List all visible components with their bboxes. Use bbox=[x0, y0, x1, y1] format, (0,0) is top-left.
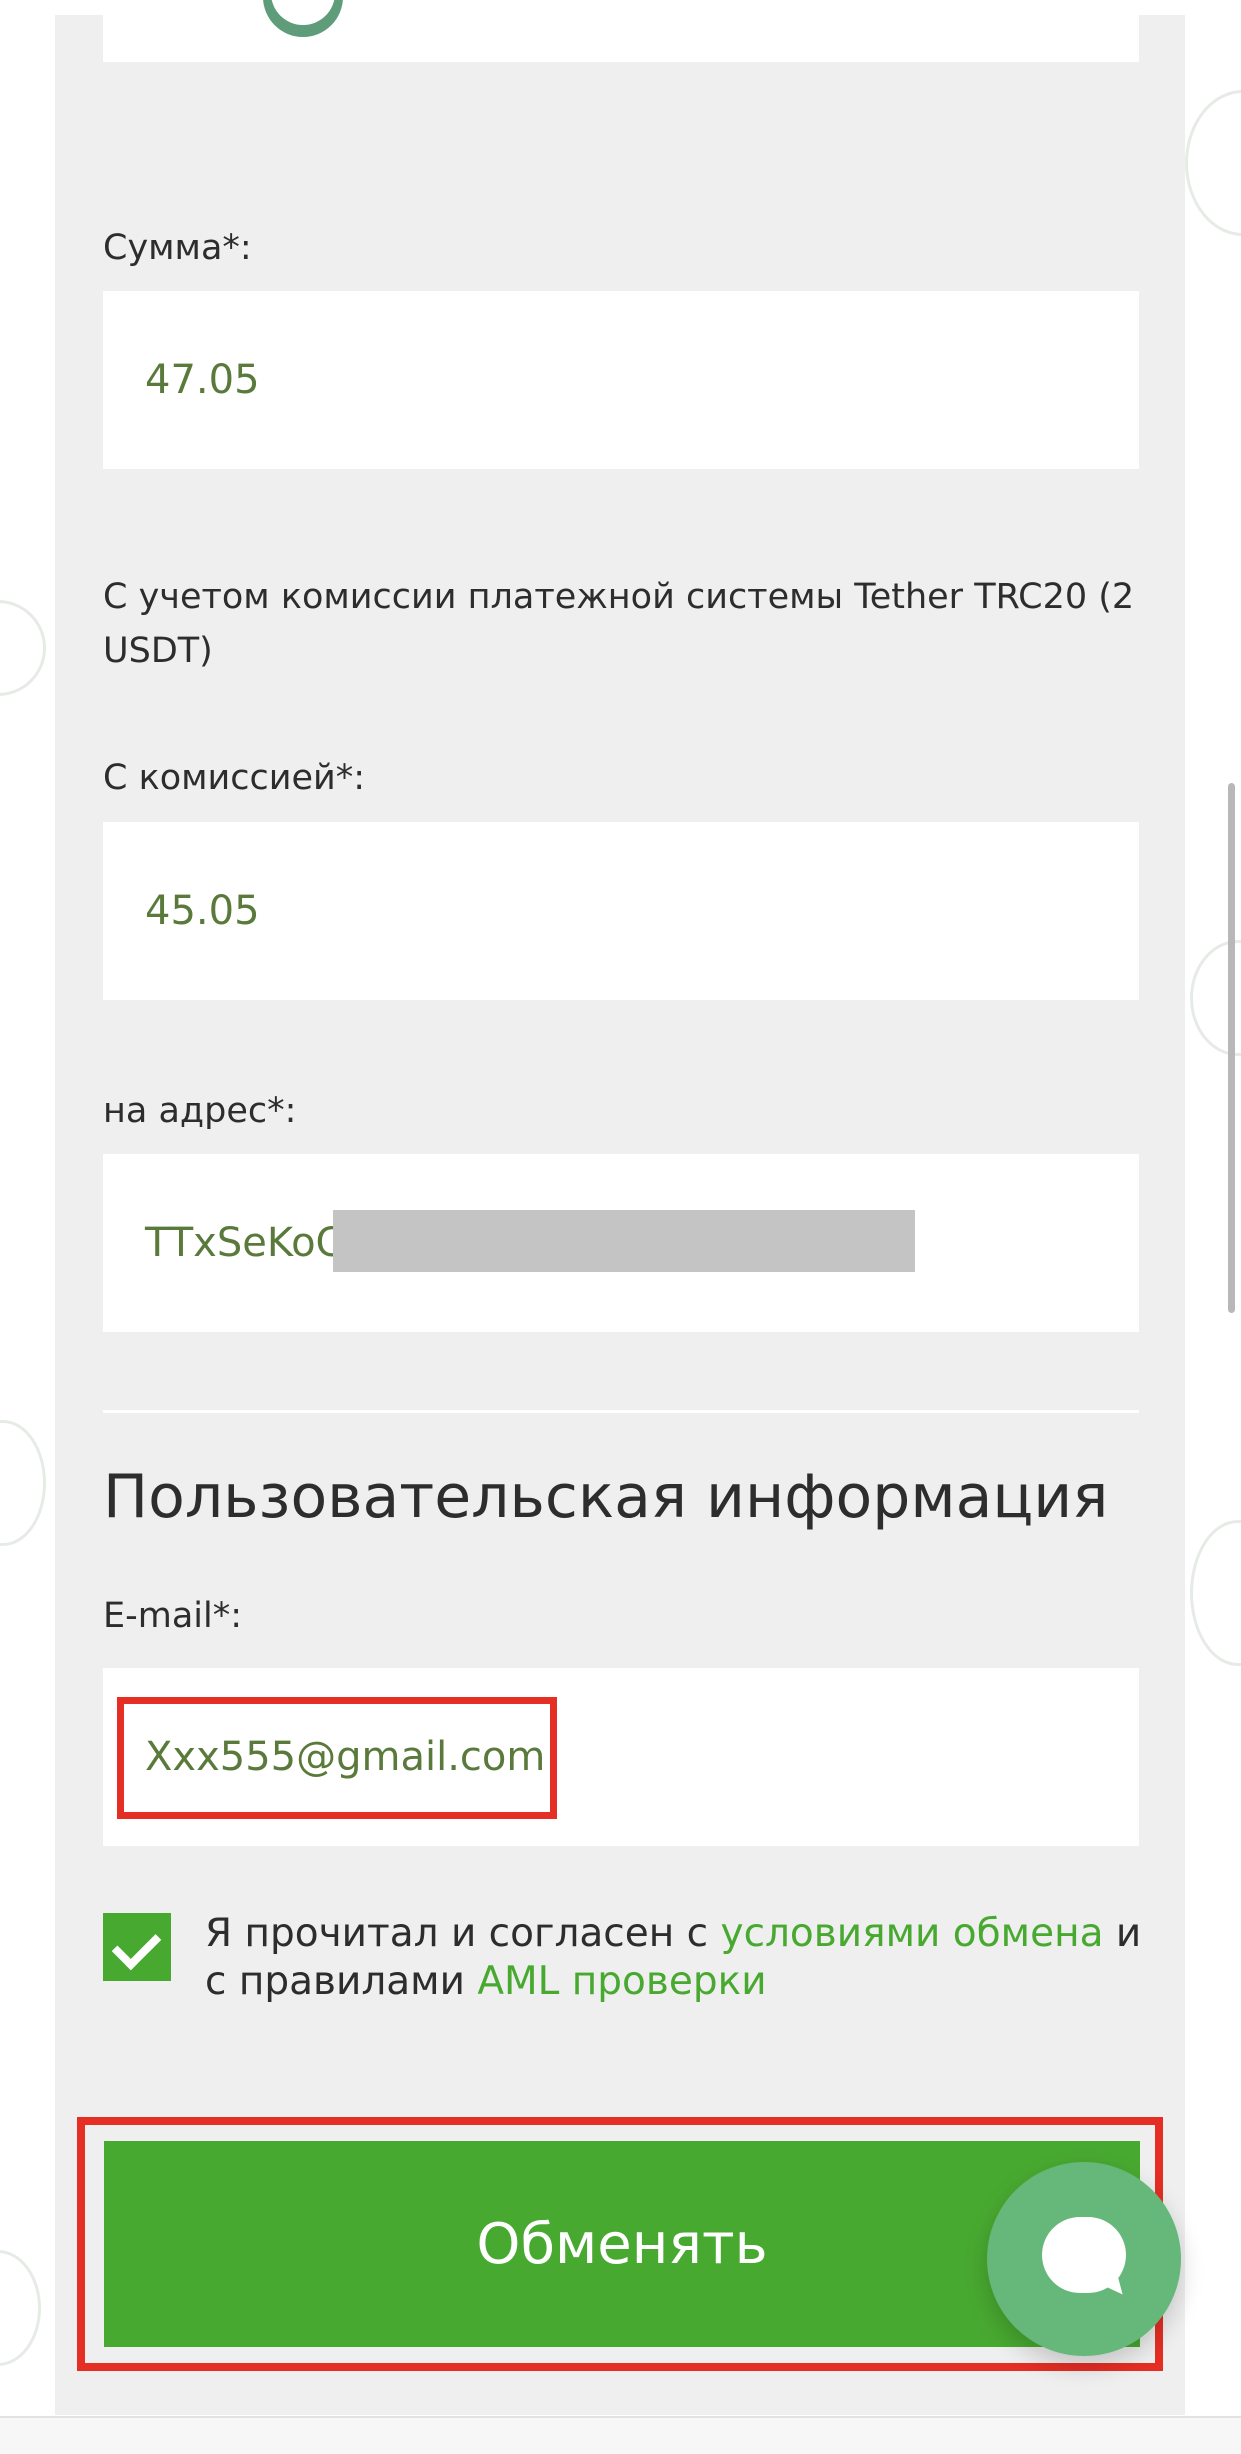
consent-text-3: с правилами bbox=[205, 1959, 465, 2004]
background-ornament bbox=[0, 2250, 41, 2366]
aml-link[interactable]: AML проверки bbox=[477, 1959, 766, 2004]
with-fee-input[interactable]: 45.05 bbox=[103, 822, 1139, 1000]
consent-text-2: и bbox=[1115, 1911, 1142, 1956]
email-highlight-box bbox=[117, 1697, 557, 1819]
with-fee-value: 45.05 bbox=[145, 888, 260, 934]
chat-button[interactable] bbox=[987, 2162, 1181, 2356]
page: Сумма*: 47.05 С учетом комиссии платежно… bbox=[0, 0, 1241, 2454]
background-ornament bbox=[1190, 1520, 1241, 1666]
amount-input[interactable]: 47.05 bbox=[103, 291, 1139, 469]
consent-checkbox[interactable] bbox=[103, 1913, 171, 1981]
address-value: TTxSeKoC bbox=[145, 1220, 344, 1266]
consent-text: Я прочитал и согласен с условиями обмена… bbox=[205, 1910, 1150, 2006]
amount-label: Сумма*: bbox=[103, 228, 252, 268]
consent-line-2: с правилами AML проверки bbox=[205, 1958, 1150, 2006]
background-ornament bbox=[0, 600, 46, 696]
with-fee-label: С комиссией*: bbox=[103, 758, 366, 798]
amount-value: 47.05 bbox=[145, 357, 260, 403]
section-divider bbox=[103, 1410, 1139, 1413]
redacted-address bbox=[333, 1210, 915, 1272]
consent-text-1: Я прочитал и согласен с bbox=[205, 1911, 709, 1956]
background-ornament bbox=[1185, 90, 1241, 236]
bottom-bar bbox=[0, 2416, 1241, 2454]
checkmark-icon bbox=[111, 1920, 162, 1971]
user-info-title: Пользовательская информация bbox=[103, 1462, 1109, 1532]
address-input[interactable]: TTxSeKoC bbox=[103, 1154, 1139, 1332]
terms-link[interactable]: условиями обмена bbox=[720, 1911, 1103, 1956]
email-label: E-mail*: bbox=[103, 1596, 243, 1636]
background-ornament bbox=[0, 1420, 46, 1546]
fee-note: С учетом комиссии платежной системы Teth… bbox=[103, 577, 1135, 671]
address-label: на адрес*: bbox=[103, 1091, 297, 1131]
previous-field bbox=[103, 0, 1139, 62]
currency-logo-icon bbox=[263, 0, 343, 37]
exchange-button[interactable]: Обменять bbox=[104, 2141, 1140, 2347]
consent-line-1: Я прочитал и согласен с условиями обмена… bbox=[205, 1910, 1150, 1958]
scrollbar[interactable] bbox=[1228, 783, 1235, 1313]
